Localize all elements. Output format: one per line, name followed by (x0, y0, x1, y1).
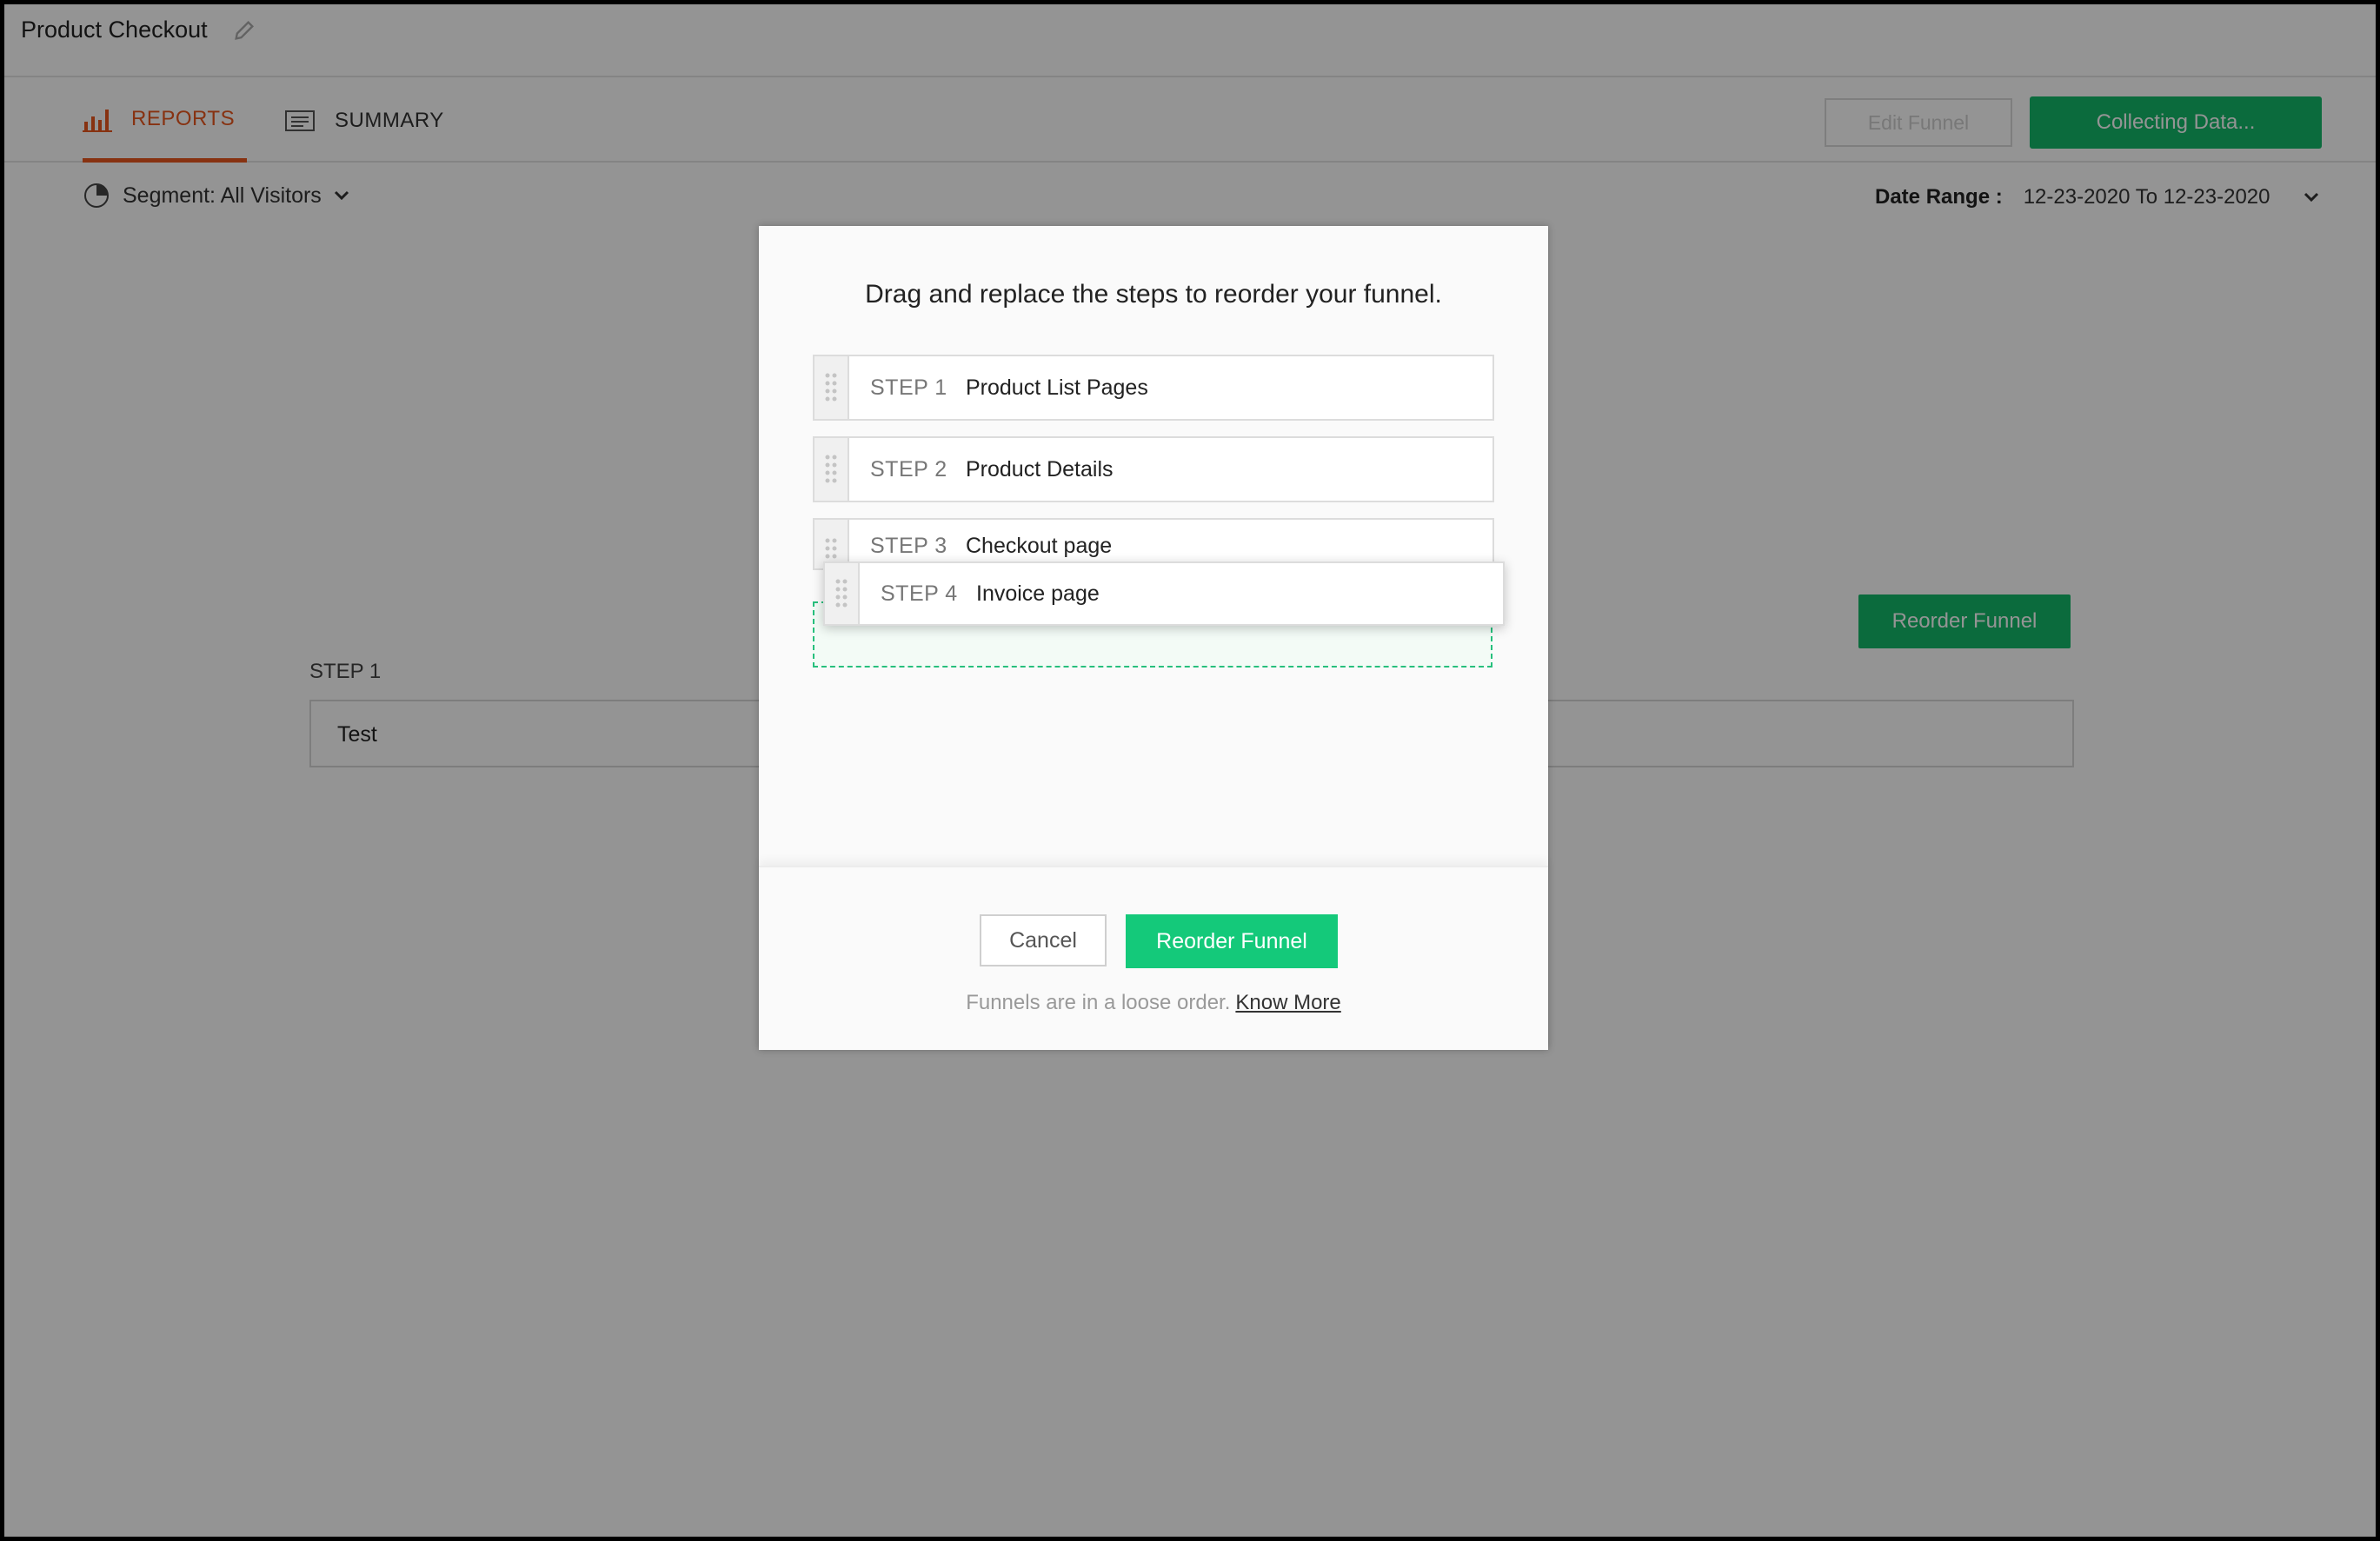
step-number: STEP 3 (870, 534, 947, 558)
reorder-modal: Drag and replace the steps to reorder yo… (759, 226, 1548, 1050)
step-name: Product List Pages (966, 375, 1148, 400)
app-window: Product Checkout REPORTS SUMMARY Edit Fu… (4, 4, 2376, 1537)
reorder-funnel-button[interactable]: Reorder Funnel (1126, 914, 1338, 968)
modal-title: Drag and replace the steps to reorder yo… (865, 280, 1442, 309)
funnel-step-item[interactable]: STEP 1 Product List Pages (813, 355, 1494, 421)
know-more-link[interactable]: Know More (1235, 991, 1340, 1014)
step-number: STEP 1 (870, 375, 947, 400)
footer-note: Funnels are in a loose order. Know More (759, 991, 1548, 1015)
drag-handle-icon[interactable] (814, 438, 849, 501)
drag-handle-icon[interactable] (814, 356, 849, 419)
drag-handle-icon[interactable] (825, 563, 860, 624)
funnel-step-item-dragging[interactable]: STEP 4 Invoice page (823, 561, 1505, 626)
step-name: Checkout page (966, 534, 1113, 558)
step-number: STEP 4 (881, 581, 958, 606)
step-number: STEP 2 (870, 456, 947, 482)
funnel-step-item[interactable]: STEP 2 Product Details (813, 436, 1494, 502)
step-name: Product Details (966, 456, 1114, 482)
cancel-button[interactable]: Cancel (980, 914, 1107, 966)
modal-footer: Cancel Reorder Funnel Funnels are in a l… (759, 866, 1548, 1050)
loose-order-note: Funnels are in a loose order. (966, 991, 1231, 1014)
step-name: Invoice page (976, 581, 1100, 606)
